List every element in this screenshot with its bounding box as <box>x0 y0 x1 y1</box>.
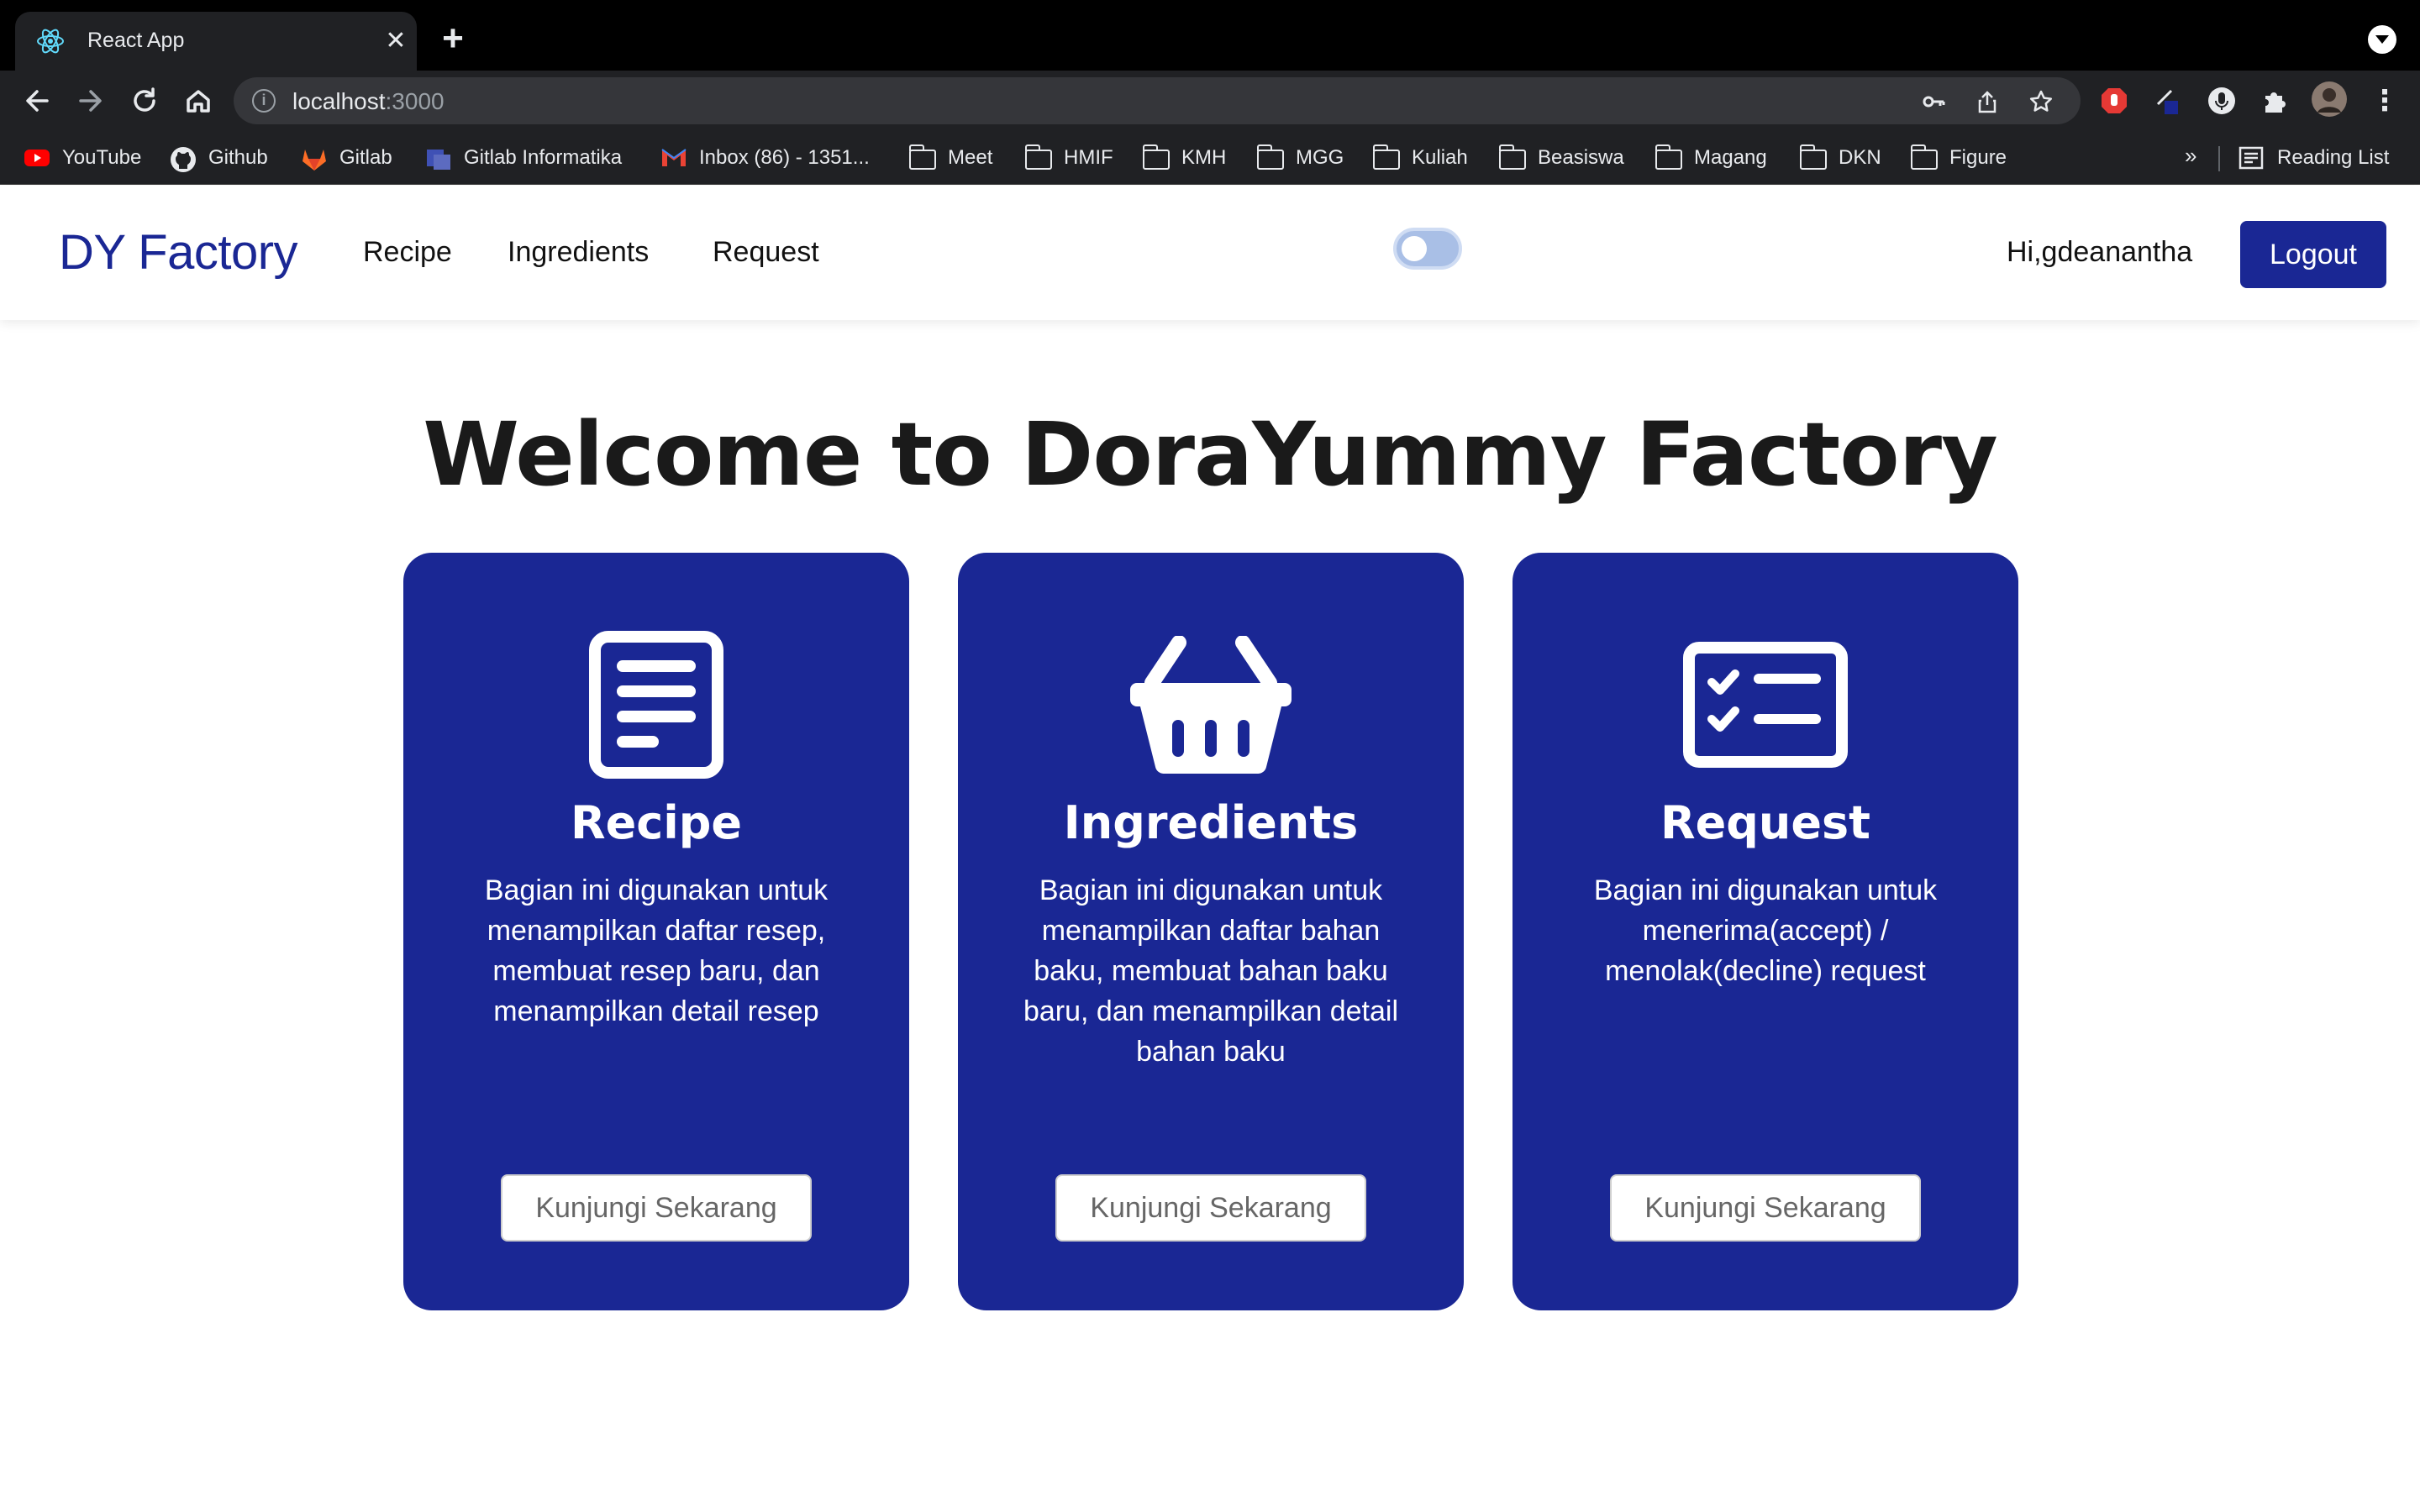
bookmark-github[interactable]: Github <box>170 143 268 173</box>
folder-icon <box>1142 144 1170 170</box>
bookmark-label: Kuliah <box>1412 146 1468 169</box>
bookmark-folder-mgg[interactable]: MGG <box>1256 143 1344 173</box>
bookmark-label: Inbox (86) - 1351... <box>699 146 870 169</box>
card-title: Request <box>1660 796 1870 849</box>
card-title: Recipe <box>570 796 742 849</box>
browser-tabstrip: React App ✕ + <box>0 0 2420 71</box>
youtube-icon <box>24 146 50 170</box>
logout-button[interactable]: Logout <box>2240 221 2386 288</box>
bookmark-label: YouTube <box>62 146 142 169</box>
share-icon[interactable] <box>1975 89 2000 114</box>
reading-list-label: Reading List <box>2277 146 2390 169</box>
color-picker-extension-icon[interactable] <box>2153 86 2183 116</box>
site-info-icon[interactable]: i <box>252 89 276 113</box>
profile-avatar-icon[interactable] <box>2311 81 2348 118</box>
browser-toolbar: i localhost:3000 ⋮ <box>0 71 2420 131</box>
card-description: Bagian ini digunakan untuk menerima(acce… <box>1593 874 1938 987</box>
bookmark-gitlab-informatika[interactable]: Gitlab Informatika <box>425 143 622 173</box>
nav-link-request[interactable]: Request <box>713 236 819 269</box>
card-title: Ingredients <box>1063 796 1359 849</box>
reading-list-icon <box>2238 146 2265 170</box>
bookmark-label: Beasiswa <box>1538 146 1624 169</box>
bookmark-youtube[interactable]: YouTube <box>24 143 141 173</box>
gitlab-informatika-icon <box>425 146 452 170</box>
page-title: Welcome to DoraYummy Factory <box>423 403 1998 506</box>
bookmark-label: DKN <box>1839 146 1881 169</box>
card-ingredients: Ingredients Bagian ini digunakan untuk m… <box>958 553 1464 1310</box>
more-bookmarks-icon[interactable]: » <box>2185 143 2196 169</box>
bookmark-label: HMIF <box>1064 146 1113 169</box>
extensions-puzzle-icon[interactable] <box>2259 86 2289 116</box>
folder-icon <box>1372 144 1400 170</box>
gmail-icon <box>660 146 687 170</box>
bookmark-folder-dkn[interactable]: DKN <box>1799 143 1881 173</box>
bookmark-folder-figure[interactable]: Figure <box>1910 143 2007 173</box>
folder-icon <box>908 144 936 170</box>
url-host: localhost <box>292 88 386 114</box>
folder-icon <box>1655 144 1682 170</box>
bookmark-label: MGG <box>1296 146 1344 169</box>
theme-toggle[interactable] <box>1393 228 1462 270</box>
reading-list[interactable]: Reading List <box>2238 143 2389 173</box>
folder-icon <box>1910 144 1938 170</box>
checklist-icon <box>1512 625 2018 785</box>
new-tab-icon[interactable]: + <box>434 20 472 59</box>
bookmark-star-icon[interactable] <box>2028 89 2054 114</box>
bookmarks-divider <box>2218 146 2220 171</box>
folder-icon <box>1024 144 1052 170</box>
bookmark-label: KMH <box>1181 146 1227 169</box>
card-recipe: Recipe Bagian ini digunakan untuk menamp… <box>403 553 909 1310</box>
github-icon <box>170 146 197 172</box>
nav-link-recipe[interactable]: Recipe <box>363 236 452 269</box>
bookmark-folder-kuliah[interactable]: Kuliah <box>1372 143 1468 173</box>
card-description: Bagian ini digunakan untuk menampilkan d… <box>484 874 829 1027</box>
home-icon[interactable] <box>178 81 218 121</box>
bookmark-folder-meet[interactable]: Meet <box>908 143 993 173</box>
back-icon[interactable] <box>17 81 57 121</box>
adblock-extension-icon[interactable] <box>2099 86 2129 116</box>
bookmark-folder-magang[interactable]: Magang <box>1655 143 1767 173</box>
browser-tab[interactable]: React App ✕ <box>15 12 417 71</box>
url-text: localhost:3000 <box>292 88 445 115</box>
folder-icon <box>1256 144 1284 170</box>
bookmark-folder-beasiswa[interactable]: Beasiswa <box>1498 143 1624 173</box>
nav-link-ingredients[interactable]: Ingredients <box>508 236 649 269</box>
brand-logo[interactable]: DY Factory <box>59 224 298 281</box>
recipe-document-icon <box>403 625 909 785</box>
tab-title: React App <box>87 29 185 52</box>
folder-icon <box>1498 144 1526 170</box>
bookmark-label: Github <box>208 146 268 169</box>
bookmark-gitlab[interactable]: Gitlab <box>301 143 392 173</box>
bookmark-inbox[interactable]: Inbox (86) - 1351... <box>660 143 870 173</box>
card-request: Request Bagian ini digunakan untuk mener… <box>1512 553 2018 1310</box>
bookmark-folder-kmh[interactable]: KMH <box>1142 143 1227 173</box>
address-bar[interactable]: i localhost:3000 <box>234 77 2081 124</box>
bookmark-label: Meet <box>948 146 993 169</box>
visit-recipe-button[interactable]: Kunjungi Sekarang <box>501 1174 812 1242</box>
browser-menu-icon[interactable]: ⋮ <box>2370 86 2400 116</box>
card-description: Bagian ini digunakan untuk menampilkan d… <box>1023 874 1399 1068</box>
bookmark-label: Gitlab <box>339 146 392 169</box>
react-favicon-icon <box>35 26 66 56</box>
forward-icon[interactable] <box>71 81 111 121</box>
url-port: :3000 <box>385 88 445 114</box>
app-navbar: DY Factory Recipe Ingredients Request Hi… <box>0 186 2420 320</box>
bookmark-folder-hmif[interactable]: HMIF <box>1024 143 1113 173</box>
folder-icon <box>1799 144 1827 170</box>
bookmark-label: Magang <box>1694 146 1767 169</box>
visit-request-button[interactable]: Kunjungi Sekarang <box>1610 1174 1921 1242</box>
gitlab-icon <box>301 146 328 171</box>
mic-extension-icon[interactable] <box>2207 86 2237 116</box>
visit-ingredients-button[interactable]: Kunjungi Sekarang <box>1055 1174 1366 1242</box>
bookmark-label: Gitlab Informatika <box>464 146 623 169</box>
bookmark-label: Figure <box>1949 146 2007 169</box>
reload-icon[interactable] <box>124 81 165 121</box>
bookmarks-bar: YouTube Github Gitlab Gitlab Informatika… <box>0 131 2420 185</box>
key-icon[interactable] <box>1921 89 1946 114</box>
user-greeting: Hi,gdeanantha <box>2007 236 2193 268</box>
shopping-basket-icon <box>958 625 1464 785</box>
tab-search-icon[interactable] <box>2368 25 2396 54</box>
tab-close-icon[interactable]: ✕ <box>378 24 413 59</box>
